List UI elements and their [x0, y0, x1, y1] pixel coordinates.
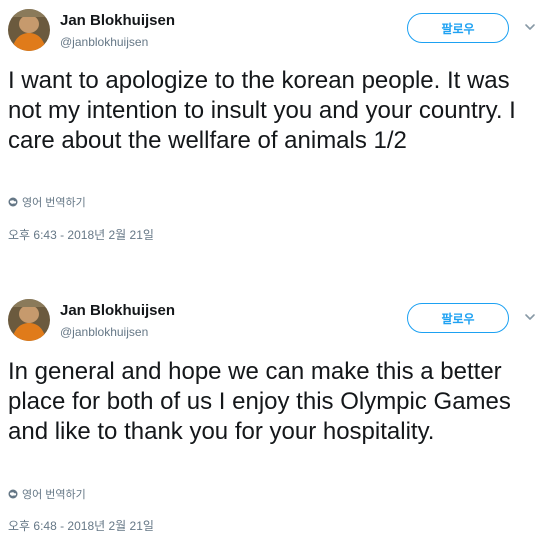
avatar[interactable] [8, 299, 50, 341]
timestamp[interactable]: 오후 6:48 - 2018년 2월 21일 [8, 517, 154, 534]
chevron-down-icon[interactable] [523, 20, 537, 34]
translate-label: 영어 번역하기 [22, 197, 86, 209]
chevron-down-icon[interactable] [523, 310, 537, 324]
globe-icon [8, 197, 18, 207]
follow-button[interactable]: 팔로우 [407, 13, 509, 43]
author-handle[interactable]: @janblokhuijsen [60, 35, 148, 49]
author-name[interactable]: Jan Blokhuijsen [60, 302, 175, 319]
translate-link[interactable]: 영어 번역하기 [8, 486, 86, 502]
globe-icon [8, 489, 18, 499]
author-name[interactable]: Jan Blokhuijsen [60, 12, 175, 29]
timestamp[interactable]: 오후 6:43 - 2018년 2월 21일 [8, 226, 154, 243]
translate-label: 영어 번역하기 [22, 489, 86, 501]
author-handle[interactable]: @janblokhuijsen [60, 325, 148, 339]
follow-button[interactable]: 팔로우 [407, 303, 509, 333]
tweet-text: I want to apologize to the korean people… [8, 67, 516, 154]
avatar-image [8, 9, 50, 51]
avatar-image [8, 299, 50, 341]
tweet-text: In general and hope we can make this a b… [8, 358, 511, 445]
avatar[interactable] [8, 9, 50, 51]
translate-link[interactable]: 영어 번역하기 [8, 194, 86, 210]
